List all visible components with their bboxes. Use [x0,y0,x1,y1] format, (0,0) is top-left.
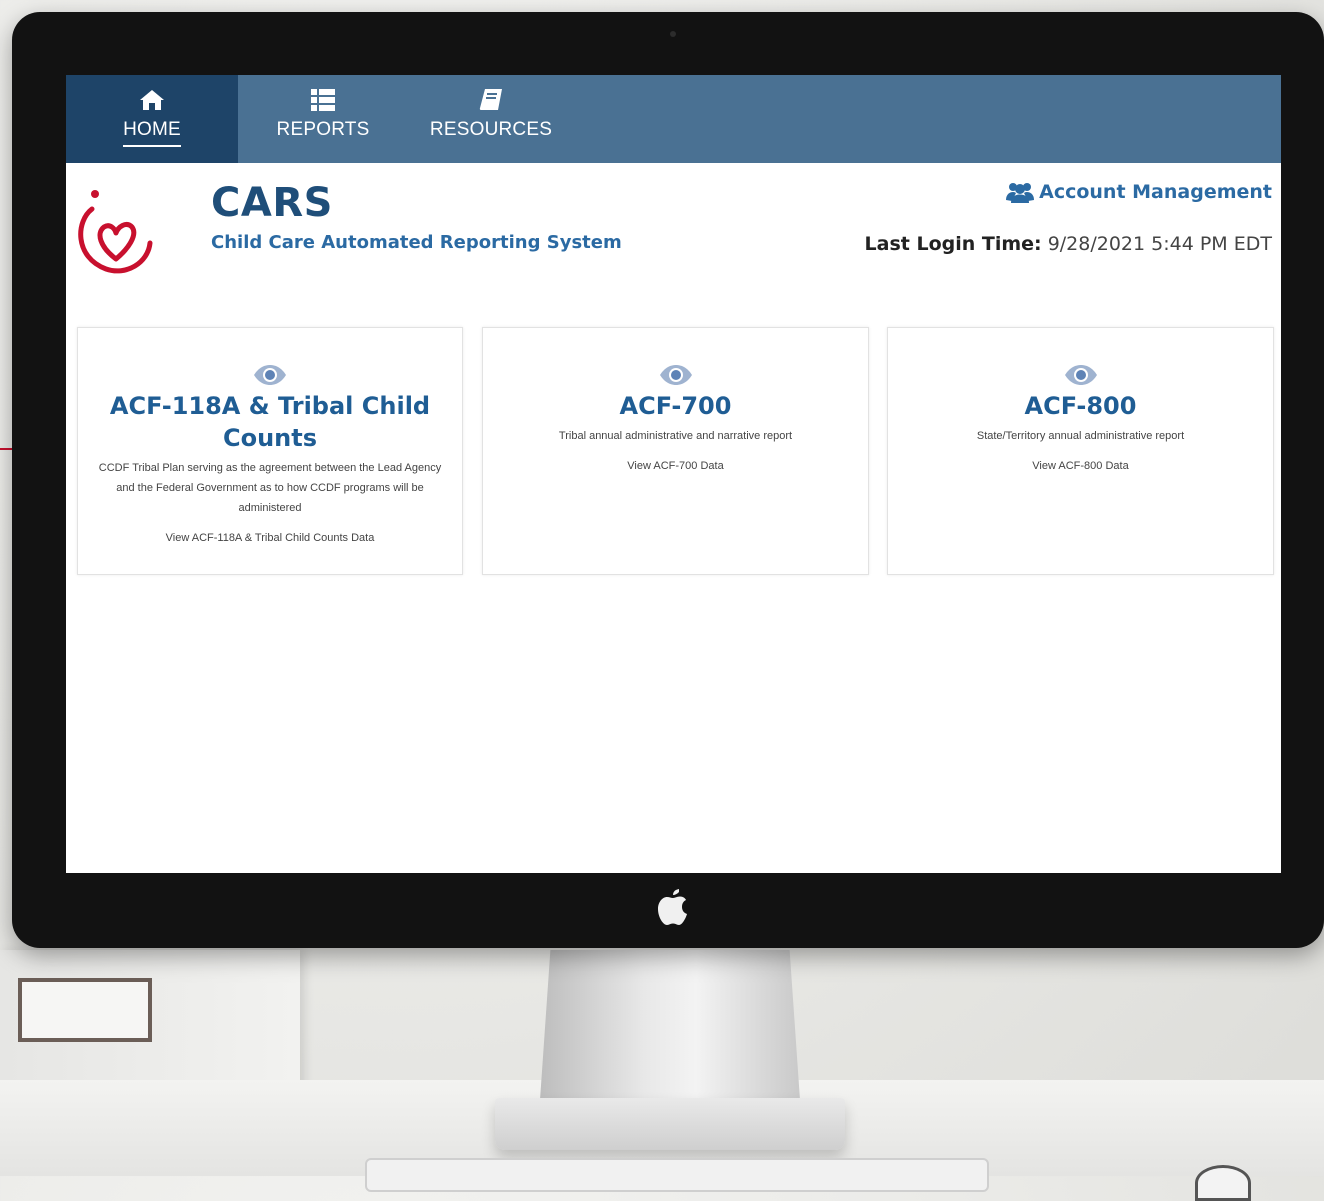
eye-icon[interactable] [253,364,287,386]
eye-icon[interactable] [659,364,693,386]
monitor-stand-base [495,1098,845,1150]
report-card-acf118a: ACF-118A & Tribal Child Counts CCDF Trib… [77,327,463,575]
last-login-label: Last Login Time: [864,233,1042,255]
keyboard [365,1158,989,1192]
nav-home[interactable]: HOME [66,75,238,163]
account-management-link[interactable]: Account Management [1006,181,1272,203]
report-card-acf800: ACF-800 State/Territory annual administr… [887,327,1274,575]
cars-logo-icon [78,190,153,274]
card-title[interactable]: ACF-118A & Tribal Child Counts [90,390,450,454]
card-title[interactable]: ACF-700 [495,390,856,422]
nav-reports-label: REPORTS [276,119,370,140]
card-title[interactable]: ACF-800 [900,390,1261,422]
app-subtitle: Child Care Automated Reporting System [211,232,622,253]
nav-reports[interactable]: REPORTS [238,75,408,163]
top-navbar: HOME REPORTS RESOURCES [66,75,1281,163]
view-data-link[interactable]: View ACF-118A & Tribal Child Counts Data [90,532,450,544]
mouse [1195,1165,1251,1201]
home-icon [140,90,164,110]
last-login-value: 9/28/2021 5:44 PM EDT [1047,233,1272,255]
card-description: CCDF Tribal Plan serving as the agreemen… [98,462,442,514]
book-icon [479,89,502,110]
users-icon [1006,183,1035,203]
app-screen: HOME REPORTS RESOURCES CARS Child Care A… [66,75,1281,873]
monitor-stand [540,950,800,1100]
view-data-link[interactable]: View ACF-700 Data [495,460,856,472]
nav-active-underline [123,145,181,147]
nav-home-label: HOME [123,119,181,140]
view-data-link[interactable]: View ACF-800 Data [900,460,1261,472]
last-login: Last Login Time: 9/28/2021 5:44 PM EDT [865,233,1272,255]
nav-resources[interactable]: RESOURCES [408,75,574,163]
camera-icon [670,31,676,37]
eye-icon[interactable] [1064,364,1098,386]
card-description: State/Territory annual administrative re… [976,430,1185,442]
account-management-label: Account Management [1039,181,1272,203]
storage-box-label [18,978,152,1042]
card-description: Tribal annual administrative and narrati… [558,430,793,442]
apple-logo-icon [658,889,687,925]
list-icon [311,89,335,111]
nav-resources-label: RESOURCES [429,119,553,140]
report-card-acf700: ACF-700 Tribal annual administrative and… [482,327,869,575]
app-title: CARS [211,180,333,226]
